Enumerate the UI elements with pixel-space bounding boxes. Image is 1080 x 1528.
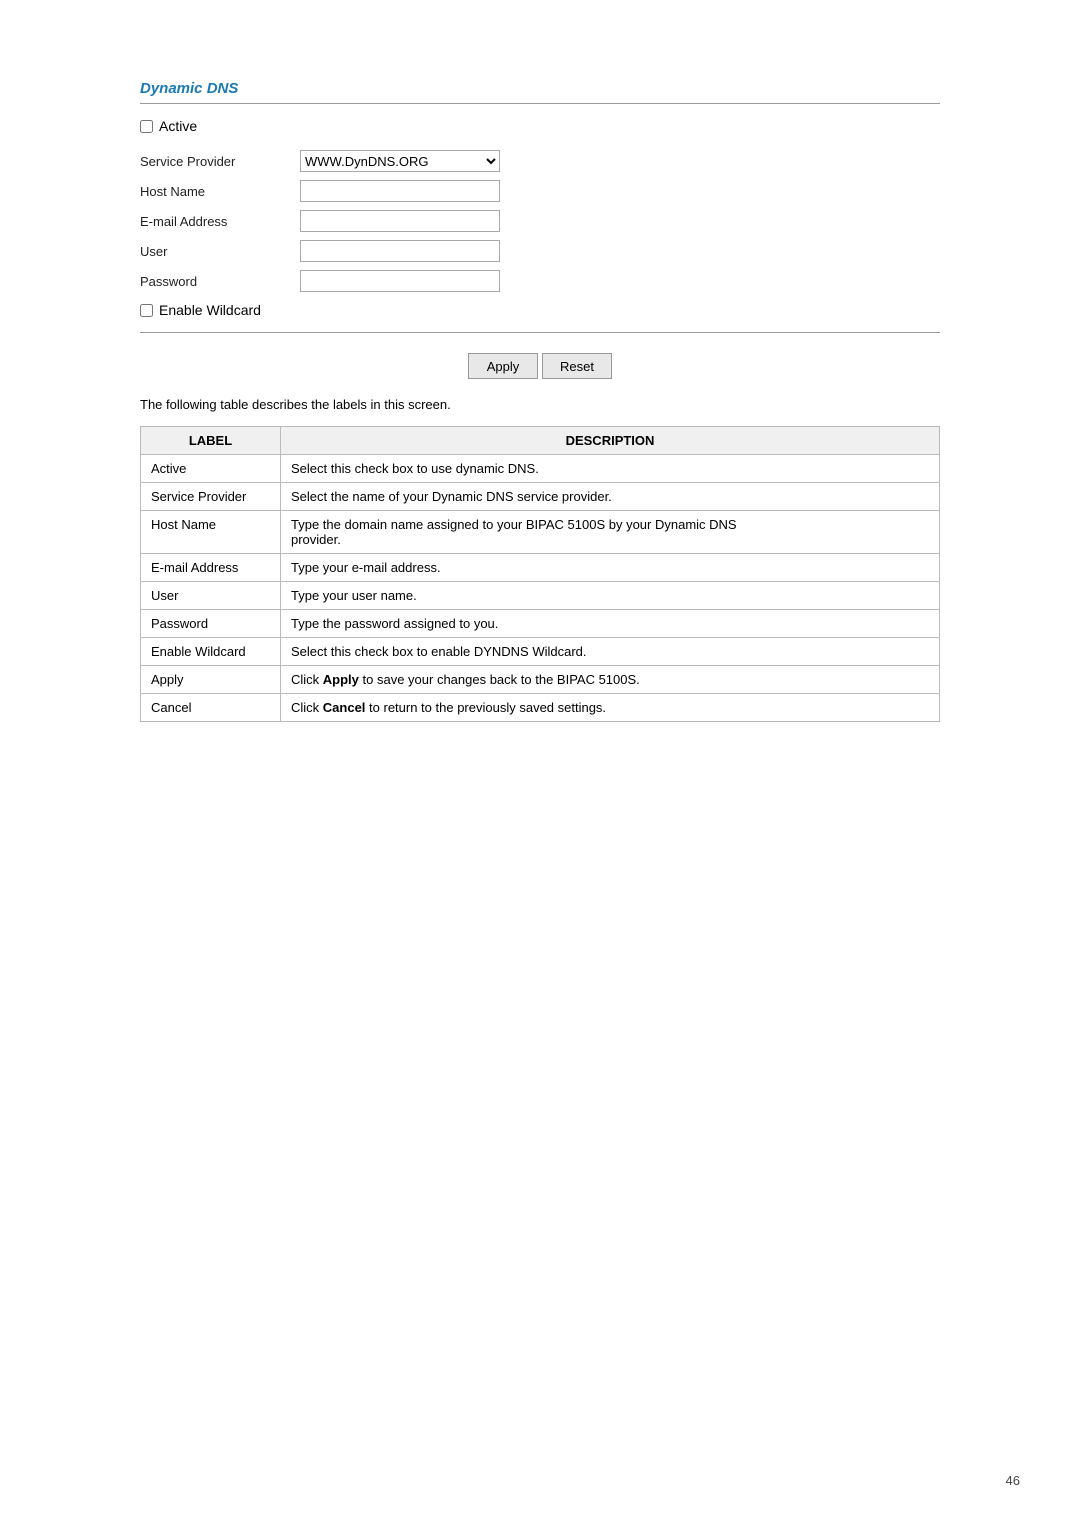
- page-number: 46: [1006, 1473, 1020, 1488]
- reset-button[interactable]: Reset: [542, 353, 612, 379]
- form-section: Active Service Provider WWW.DynDNS.ORG H…: [140, 118, 940, 328]
- table-row: PasswordType the password assigned to yo…: [141, 610, 940, 638]
- host-name-label: Host Name: [140, 184, 300, 199]
- wildcard-checkbox[interactable]: [140, 304, 153, 317]
- table-cell-description: Click Apply to save your changes back to…: [281, 666, 940, 694]
- bottom-divider: [140, 332, 940, 333]
- page-title: Dynamic DNS: [140, 80, 940, 97]
- table-cell-description: Type the password assigned to you.: [281, 610, 940, 638]
- col-description-header: DESCRIPTION: [281, 427, 940, 455]
- table-cell-description: Type your user name.: [281, 582, 940, 610]
- table-cell-label: User: [141, 582, 281, 610]
- title-divider: [140, 103, 940, 104]
- apply-button[interactable]: Apply: [468, 353, 538, 379]
- wildcard-label: Enable Wildcard: [159, 302, 261, 318]
- service-provider-row: Service Provider WWW.DynDNS.ORG: [140, 150, 940, 172]
- table-cell-label: E-mail Address: [141, 554, 281, 582]
- service-provider-label: Service Provider: [140, 154, 300, 169]
- table-row: Enable WildcardSelect this check box to …: [141, 638, 940, 666]
- table-cell-description: Type the domain name assigned to your BI…: [281, 511, 940, 554]
- table-row: Service ProviderSelect the name of your …: [141, 483, 940, 511]
- labels-table: LABEL DESCRIPTION ActiveSelect this chec…: [140, 426, 940, 722]
- table-row: E-mail AddressType your e-mail address.: [141, 554, 940, 582]
- table-cell-label: Active: [141, 455, 281, 483]
- table-cell-description: Select the name of your Dynamic DNS serv…: [281, 483, 940, 511]
- active-checkbox[interactable]: [140, 120, 153, 133]
- table-cell-description: Select this check box to enable DYNDNS W…: [281, 638, 940, 666]
- password-label: Password: [140, 274, 300, 289]
- table-row: Host NameType the domain name assigned t…: [141, 511, 940, 554]
- wildcard-row: Enable Wildcard: [140, 302, 940, 318]
- table-cell-description: Select this check box to use dynamic DNS…: [281, 455, 940, 483]
- email-row: E-mail Address: [140, 210, 940, 232]
- user-input[interactable]: [300, 240, 500, 262]
- table-cell-label: Host Name: [141, 511, 281, 554]
- table-cell-label: Enable Wildcard: [141, 638, 281, 666]
- active-label: Active: [159, 118, 197, 134]
- table-row: CancelClick Cancel to return to the prev…: [141, 694, 940, 722]
- password-input[interactable]: [300, 270, 500, 292]
- email-label: E-mail Address: [140, 214, 300, 229]
- button-row: Apply Reset: [140, 353, 940, 379]
- table-cell-label: Service Provider: [141, 483, 281, 511]
- active-row: Active: [140, 118, 940, 134]
- table-cell-label: Cancel: [141, 694, 281, 722]
- table-row: ApplyClick Apply to save your changes ba…: [141, 666, 940, 694]
- email-input[interactable]: [300, 210, 500, 232]
- host-name-row: Host Name: [140, 180, 940, 202]
- table-row: UserType your user name.: [141, 582, 940, 610]
- user-label: User: [140, 244, 300, 259]
- table-cell-label: Password: [141, 610, 281, 638]
- user-row: User: [140, 240, 940, 262]
- table-cell-label: Apply: [141, 666, 281, 694]
- service-provider-select[interactable]: WWW.DynDNS.ORG: [300, 150, 500, 172]
- host-name-input[interactable]: [300, 180, 500, 202]
- table-cell-description: Click Cancel to return to the previously…: [281, 694, 940, 722]
- col-label-header: LABEL: [141, 427, 281, 455]
- description-text: The following table describes the labels…: [140, 397, 940, 412]
- password-row: Password: [140, 270, 940, 292]
- table-row: ActiveSelect this check box to use dynam…: [141, 455, 940, 483]
- table-cell-description: Type your e-mail address.: [281, 554, 940, 582]
